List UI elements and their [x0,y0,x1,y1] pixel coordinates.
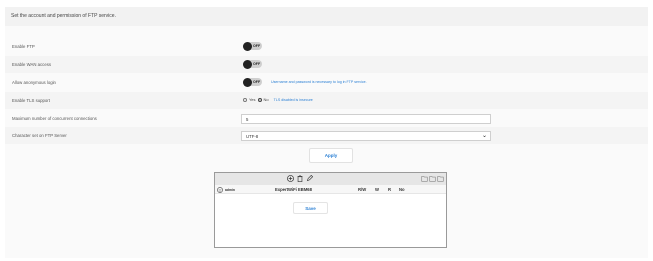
charset-value: UTF-8 [246,134,259,139]
toggle-state: OFF [253,61,261,66]
enable-wan-label: Enable WAN access [12,62,52,67]
toggle-state: OFF [253,43,261,48]
enable-wan-row: Enable WAN access OFF [5,56,648,73]
anonymous-login-row: Allow anonymous login OFF Username and p… [5,74,648,91]
toggle-state: OFF [253,79,261,84]
permission-rw[interactable]: R/W [358,187,366,192]
enable-ftp-label: Enable FTP [12,44,35,49]
enable-wan-toggle[interactable]: OFF [243,59,262,69]
tls-no-label: No [263,97,269,102]
apply-button[interactable]: Apply [309,148,353,163]
toggle-knob [243,59,252,69]
permission-r[interactable]: R [388,187,391,192]
charset-select[interactable]: UTF-8 ⌄ [241,131,491,141]
delete-icon[interactable] [297,175,303,185]
account-folder: ExpertWiFi EBM68 [275,187,312,192]
max-connections-row: Maximum number of concurrent connections… [5,110,648,127]
toggle-knob [243,41,252,51]
user-avatar-icon [217,186,223,194]
toggle-knob [243,77,252,87]
enable-ftp-row: Enable FTP OFF [5,38,648,55]
edit-icon[interactable] [306,174,314,185]
tls-support-label: Enable TLS support [12,98,50,103]
save-button[interactable]: Save [293,202,328,214]
chevron-down-icon: ⌄ [481,133,487,139]
permission-w[interactable]: W [375,187,379,192]
account-username: admin [225,187,235,192]
charset-row: Character set on FTP Server UTF-8 ⌄ [5,127,648,144]
folder-add-icon[interactable] [421,175,428,185]
max-connections-label: Maximum number of concurrent connections [12,116,97,121]
enable-ftp-toggle[interactable]: OFF [243,41,262,51]
account-row[interactable]: admin ExpertWiFi EBM68 R/W W R No [215,185,446,194]
tls-support-row: Enable TLS support Yes No TLS disabled i… [5,92,648,109]
tls-warning: TLS disabled is insecure [273,97,313,102]
folder-delete-icon[interactable] [429,175,436,185]
anonymous-login-hint: Username and password is necessary to lo… [271,80,367,84]
add-icon[interactable] [287,175,294,185]
tls-yes-label: Yes [249,97,256,102]
page-description: Set the account and permission of FTP se… [11,13,116,19]
tls-yes-radio[interactable] [243,97,247,102]
tls-radio-group: Yes No TLS disabled is insecure [243,97,313,102]
accounts-toolbar [215,173,446,185]
ftp-accounts-box: admin ExpertWiFi EBM68 R/W W R No Save [214,172,447,248]
max-connections-input[interactable]: 5 [241,114,491,124]
tls-no-radio[interactable] [257,97,262,102]
folder-edit-icon[interactable] [437,175,444,185]
anonymous-login-toggle[interactable]: OFF [243,77,262,87]
anonymous-login-label: Allow anonymous login [12,80,56,85]
page-header: Set the account and permission of FTP se… [5,7,648,26]
permission-no[interactable]: No [399,187,405,192]
charset-label: Character set on FTP Server [12,133,67,138]
